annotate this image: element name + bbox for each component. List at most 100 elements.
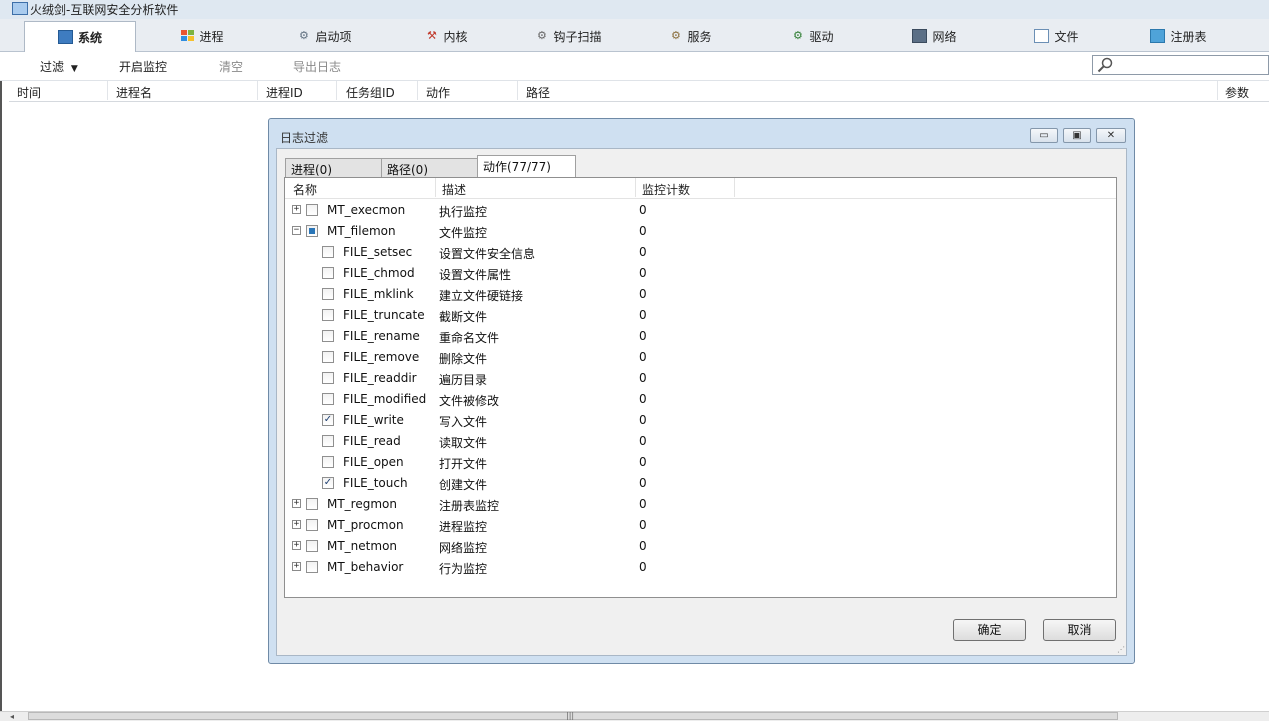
tab-registry[interactable]: 注册表 <box>1126 23 1231 49</box>
window-title: 火绒剑-互联网安全分析软件 <box>30 3 179 17</box>
tree-row[interactable]: FILE_mklink 建立文件硬链接 0 <box>285 283 1116 304</box>
tab-network[interactable]: 网络 <box>882 23 987 49</box>
row-count: 0 <box>639 497 647 511</box>
column-separator <box>107 81 108 100</box>
tab-process[interactable]: 进程 <box>150 23 255 49</box>
close-button[interactable]: ✕ <box>1096 128 1126 143</box>
expand-icon[interactable]: + <box>292 499 301 508</box>
collapse-icon[interactable]: − <box>292 226 301 235</box>
row-checkbox[interactable] <box>322 309 334 321</box>
minimize-button[interactable]: ▭ <box>1030 128 1058 143</box>
tree-row[interactable]: FILE_setsec 设置文件安全信息 0 <box>285 241 1116 262</box>
row-name: MT_behavior <box>327 560 404 574</box>
tab-label: 启动项 <box>315 29 352 44</box>
row-description: 删除文件 <box>439 352 488 366</box>
tree-row[interactable]: FILE_readdir 遍历目录 0 <box>285 367 1116 388</box>
tab-files[interactable]: 文件 <box>1004 23 1109 49</box>
tab-label: 文件 <box>1054 29 1079 44</box>
column-process-id[interactable]: 进程ID <box>266 84 303 101</box>
tree-row[interactable]: + MT_behavior 行为监控 0 <box>285 556 1116 577</box>
row-description: 设置文件安全信息 <box>439 247 536 261</box>
tab-hook-scan[interactable]: ⚙ 钩子扫描 <box>516 23 621 49</box>
dialog-tab-action[interactable]: 动作(77/77) <box>477 155 576 178</box>
header-monitor-count[interactable]: 监控计数 <box>642 181 690 198</box>
row-checkbox[interactable] <box>322 267 334 279</box>
tab-drivers[interactable]: ⚙ 驱动 <box>760 23 865 49</box>
tree-row[interactable]: FILE_truncate 截断文件 0 <box>285 304 1116 325</box>
row-checkbox[interactable] <box>306 498 318 510</box>
expand-icon[interactable]: + <box>292 520 301 529</box>
tree-row[interactable]: + MT_regmon 注册表监控 0 <box>285 493 1116 514</box>
row-description: 进程监控 <box>439 520 488 534</box>
tree-row[interactable]: FILE_chmod 设置文件属性 0 <box>285 262 1116 283</box>
tree-row[interactable]: ✓ FILE_write 写入文件 0 <box>285 409 1116 430</box>
header-description[interactable]: 描述 <box>442 181 466 198</box>
tab-label: 服务 <box>687 29 712 44</box>
row-checkbox[interactable] <box>322 393 334 405</box>
title-bar <box>0 0 1269 19</box>
tree-row[interactable]: − MT_filemon 文件监控 0 <box>285 220 1116 241</box>
column-task-group-id[interactable]: 任务组ID <box>346 84 395 101</box>
dialog-tab-path[interactable]: 路径(0) <box>381 158 478 177</box>
tree-row[interactable]: + MT_execmon 执行监控 0 <box>285 199 1116 220</box>
tree-row[interactable]: ✓ FILE_touch 创建文件 0 <box>285 472 1116 493</box>
tree-row[interactable]: + MT_procmon 进程监控 0 <box>285 514 1116 535</box>
close-icon: ✕ <box>1106 130 1116 141</box>
clear-button[interactable]: 清空 <box>219 58 243 75</box>
dropdown-arrow-icon: ▼ <box>70 64 78 74</box>
log-column-header: 时间 进程名 进程ID 任务组ID 动作 路径 参数 <box>9 81 1269 102</box>
tab-services[interactable]: ⚙ 服务 <box>638 23 743 49</box>
row-count: 0 <box>639 329 647 343</box>
header-name[interactable]: 名称 <box>293 181 317 198</box>
row-checkbox[interactable] <box>322 456 334 468</box>
cancel-button[interactable]: 取消 <box>1043 619 1116 641</box>
search-icon[interactable] <box>1097 57 1113 73</box>
tree-row[interactable]: FILE_read 读取文件 0 <box>285 430 1116 451</box>
tree-row[interactable]: FILE_open 打开文件 0 <box>285 451 1116 472</box>
filter-label: 过滤 <box>40 60 65 74</box>
row-checkbox[interactable] <box>306 225 318 237</box>
row-checkbox[interactable]: ✓ <box>322 477 334 489</box>
tree-row[interactable]: FILE_remove 删除文件 0 <box>285 346 1116 367</box>
column-process-name[interactable]: 进程名 <box>116 84 152 101</box>
row-checkbox[interactable] <box>322 288 334 300</box>
tab-kernel[interactable]: ⚒ 内核 <box>394 23 499 49</box>
start-monitor-button[interactable]: 开启监控 <box>119 58 167 75</box>
row-checkbox[interactable] <box>306 540 318 552</box>
row-name: FILE_write <box>343 413 404 427</box>
maximize-button[interactable]: ▣ <box>1063 128 1091 143</box>
row-description: 网络监控 <box>439 541 488 555</box>
tree-row[interactable]: + MT_netmon 网络监控 0 <box>285 535 1116 556</box>
tree-row[interactable]: FILE_modified 文件被修改 0 <box>285 388 1116 409</box>
resize-grip-icon[interactable]: ⋰ <box>1117 646 1125 654</box>
row-name: FILE_setsec <box>343 245 413 259</box>
tab-label: 内核 <box>443 29 468 44</box>
expand-icon[interactable]: + <box>292 541 301 550</box>
row-checkbox[interactable] <box>306 561 318 573</box>
row-checkbox[interactable] <box>322 246 334 258</box>
expand-icon[interactable]: + <box>292 205 301 214</box>
expand-icon[interactable]: + <box>292 562 301 571</box>
row-checkbox[interactable] <box>306 519 318 531</box>
ok-button[interactable]: 确定 <box>953 619 1026 641</box>
column-action[interactable]: 动作 <box>426 84 450 101</box>
column-path[interactable]: 路径 <box>526 84 550 101</box>
row-checkbox[interactable] <box>322 372 334 384</box>
tab-system[interactable]: 系统 <box>24 21 136 53</box>
dialog-tab-process[interactable]: 进程(0) <box>285 158 382 177</box>
column-params[interactable]: 参数 <box>1225 84 1249 101</box>
row-checkbox[interactable] <box>322 330 334 342</box>
tab-startup[interactable]: ⚙ 启动项 <box>272 23 377 49</box>
row-checkbox[interactable] <box>322 351 334 363</box>
filter-button[interactable]: 过滤 ▼ <box>40 58 78 75</box>
column-time[interactable]: 时间 <box>17 84 41 101</box>
row-checkbox[interactable] <box>322 435 334 447</box>
kernel-tool-icon: ⚒ <box>427 29 437 42</box>
row-checkbox[interactable]: ✓ <box>322 414 334 426</box>
row-count: 0 <box>639 476 647 490</box>
search-input[interactable] <box>1092 55 1269 75</box>
row-checkbox[interactable] <box>306 204 318 216</box>
tab-label: 进程 <box>199 29 224 44</box>
export-log-button[interactable]: 导出日志 <box>293 58 341 75</box>
tree-row[interactable]: FILE_rename 重命名文件 0 <box>285 325 1116 346</box>
